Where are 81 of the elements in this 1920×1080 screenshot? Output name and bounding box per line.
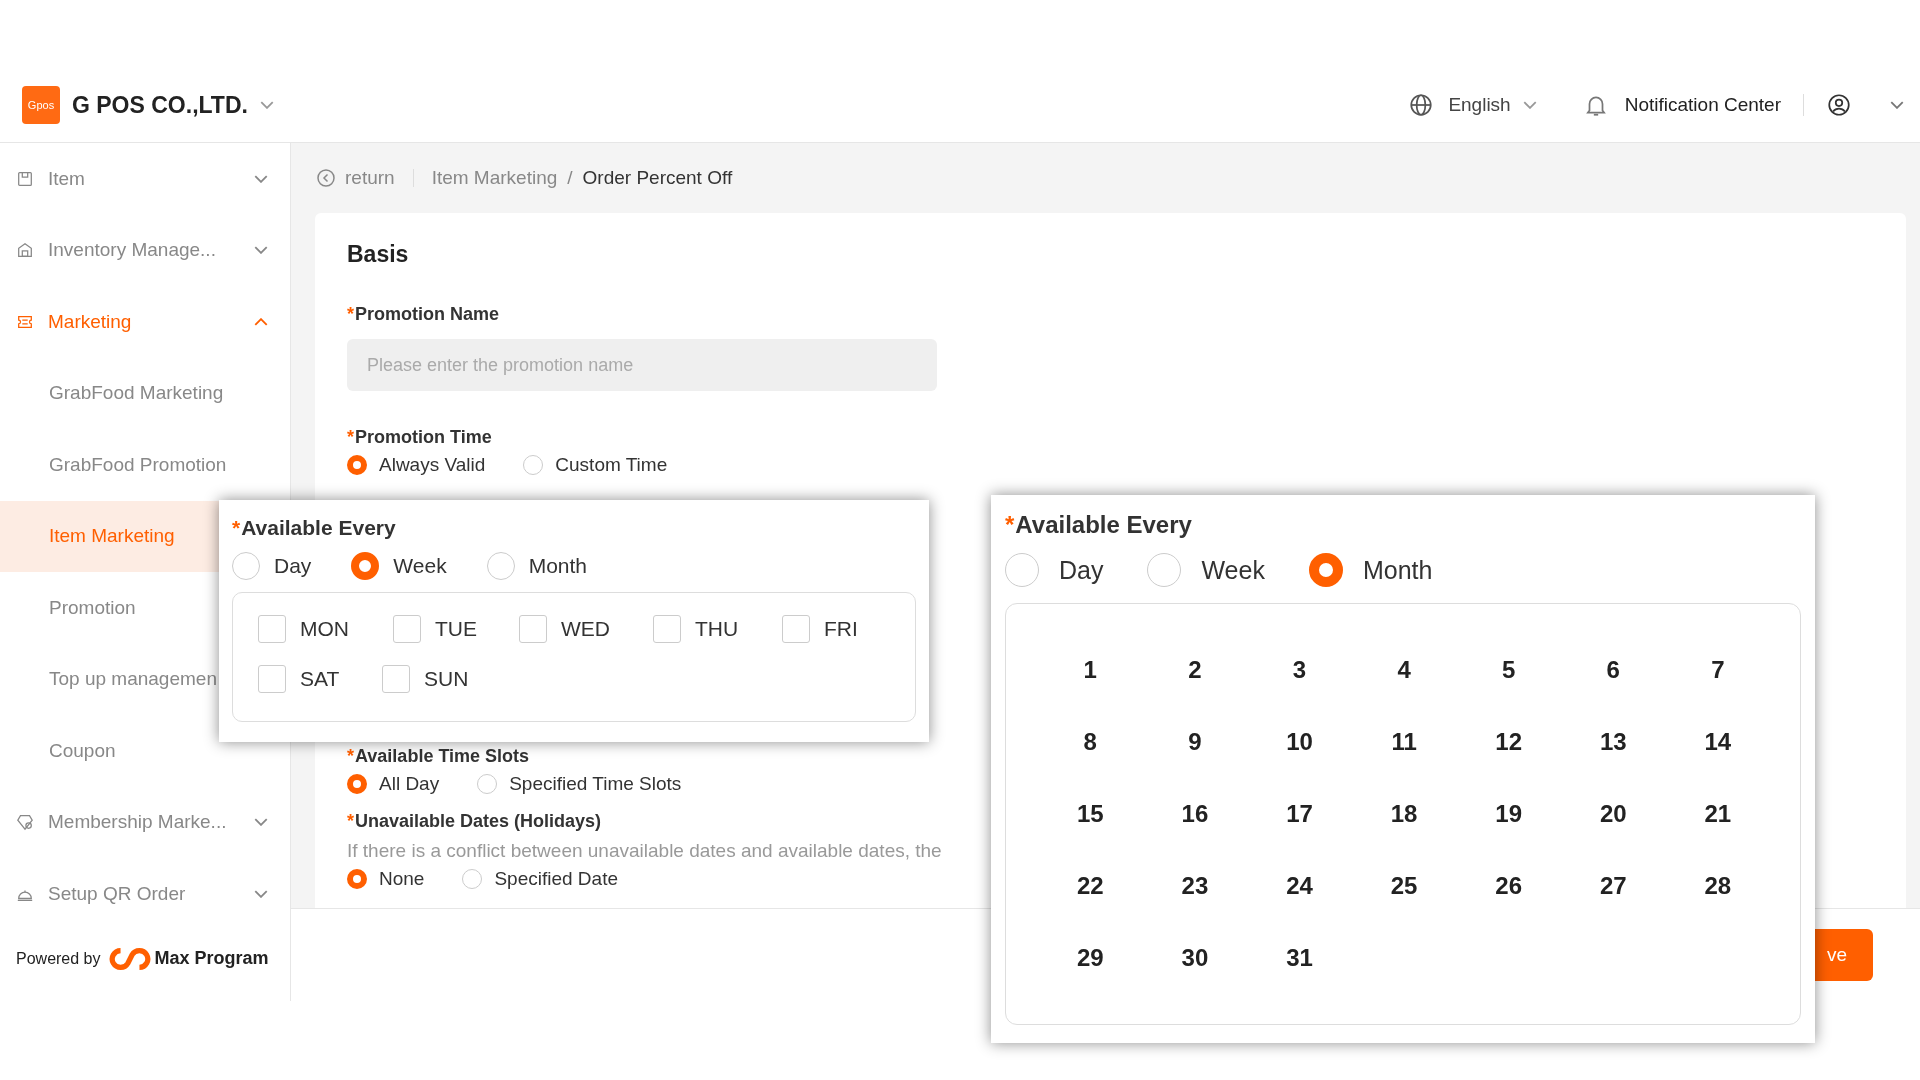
weekday-checkbox[interactable]: MON: [258, 615, 393, 643]
date-cell[interactable]: 3: [1247, 656, 1352, 728]
date-cell[interactable]: 30: [1142, 944, 1248, 1016]
sidebar-subitem[interactable]: GrabFood Promotion: [0, 429, 290, 501]
field-label: *Available Time Slots: [347, 746, 530, 767]
date-cell[interactable]: 10: [1247, 728, 1352, 800]
notification-center-link[interactable]: Notification Center: [1624, 94, 1781, 116]
weekday-checkbox[interactable]: WED: [519, 615, 653, 643]
infinity-logo-icon: [108, 945, 151, 972]
date-cell[interactable]: 25: [1351, 872, 1457, 944]
weekday-checkbox[interactable]: SUN: [382, 665, 517, 693]
radio-option[interactable]: Month: [486, 552, 588, 580]
date-cell[interactable]: 19: [1456, 800, 1561, 872]
date-cell[interactable]: 18: [1351, 800, 1457, 872]
weekday-checkbox[interactable]: FRI: [782, 615, 858, 643]
date-cell[interactable]: 12: [1456, 728, 1561, 800]
weekday-checkbox[interactable]: TUE: [393, 615, 519, 643]
sidebar-subitem[interactable]: Coupon: [0, 715, 290, 787]
sidebar-item[interactable]: Item: [0, 143, 290, 215]
breadcrumb-separator: /: [567, 167, 573, 189]
date-cell[interactable]: 13: [1560, 728, 1666, 800]
hint-text: If there is a conflict between unavailable dates and available dates, the: [347, 840, 942, 862]
language-selector[interactable]: English: [1448, 94, 1511, 116]
promotion-name-input[interactable]: Please enter the promotion name: [347, 339, 937, 391]
date-cell[interactable]: 2: [1142, 656, 1248, 728]
radio-option[interactable]: Week: [1147, 553, 1265, 587]
weekday-checkbox[interactable]: SAT: [258, 665, 382, 693]
date-cell[interactable]: 9: [1142, 728, 1248, 800]
company-logo: Gpos: [22, 86, 60, 124]
user-avatar-icon[interactable]: [1826, 92, 1852, 118]
field-label: *Available Every: [1005, 511, 1193, 539]
date-cell[interactable]: 27: [1560, 872, 1666, 944]
brand-name: Max Program: [154, 948, 269, 969]
sidebar-item[interactable]: Setup QR Order: [0, 858, 290, 930]
date-cell[interactable]: 28: [1665, 872, 1771, 944]
sidebar-item[interactable]: Membership Marke...: [0, 786, 290, 858]
radio-option[interactable]: Specified Time Slots: [477, 773, 682, 795]
date-cell[interactable]: 15: [1038, 800, 1143, 872]
section-title: Basis: [347, 241, 410, 268]
date-cell[interactable]: 23: [1142, 872, 1248, 944]
powered-by-text: Powered by: [16, 949, 101, 968]
field-label: *Unavailable Dates (Holidays): [347, 811, 602, 832]
chevron-down-icon[interactable]: [259, 101, 274, 109]
date-cell[interactable]: 11: [1351, 728, 1457, 800]
date-cell[interactable]: 5: [1456, 656, 1561, 728]
gem-icon: [16, 813, 34, 832]
date-cell[interactable]: 17: [1247, 800, 1352, 872]
date-cell[interactable]: 6: [1560, 656, 1666, 728]
date-cell[interactable]: 4: [1351, 656, 1457, 728]
radio-option[interactable]: Week: [351, 552, 447, 580]
sidebar-subitem[interactable]: GrabFood Marketing: [0, 357, 290, 429]
radio-option[interactable]: Always Valid: [347, 454, 486, 476]
date-cell[interactable]: 22: [1038, 872, 1143, 944]
date-cell[interactable]: 29: [1038, 944, 1143, 1016]
date-cell[interactable]: 7: [1665, 656, 1771, 728]
field-label: *Promotion Name: [347, 304, 500, 325]
radio-option[interactable]: Month: [1308, 553, 1433, 587]
company-name: G POS CO.,LTD.: [72, 91, 248, 119]
box-icon: [16, 169, 34, 188]
date-cell[interactable]: 16: [1142, 800, 1248, 872]
radio-option[interactable]: All Day: [347, 773, 440, 795]
field-label: *Promotion Time: [347, 427, 492, 448]
radio-option[interactable]: Day: [1005, 553, 1104, 587]
date-cell[interactable]: 24: [1247, 872, 1352, 944]
date-cell[interactable]: 14: [1665, 728, 1771, 800]
date-cell[interactable]: 21: [1665, 800, 1771, 872]
breadcrumb-item: Order Percent Off: [582, 167, 733, 189]
date-cell[interactable]: 31: [1247, 944, 1352, 1016]
date-cell[interactable]: 20: [1560, 800, 1666, 872]
date-cell[interactable]: 1: [1038, 656, 1143, 728]
weekday-checkbox[interactable]: THU: [653, 615, 782, 643]
radio-option[interactable]: None: [347, 868, 425, 890]
chevron-down-icon[interactable]: [1522, 101, 1537, 109]
date-cell[interactable]: 8: [1038, 728, 1143, 800]
radio-option[interactable]: Specified Date: [462, 868, 618, 890]
date-cell[interactable]: 26: [1456, 872, 1561, 944]
chevron-down-icon[interactable]: [1890, 101, 1904, 109]
sidebar-item[interactable]: Inventory Manage...: [0, 214, 290, 286]
warehouse-icon: [16, 241, 34, 260]
radio-option[interactable]: Custom Time: [523, 454, 668, 476]
globe-icon[interactable]: [1408, 92, 1435, 118]
